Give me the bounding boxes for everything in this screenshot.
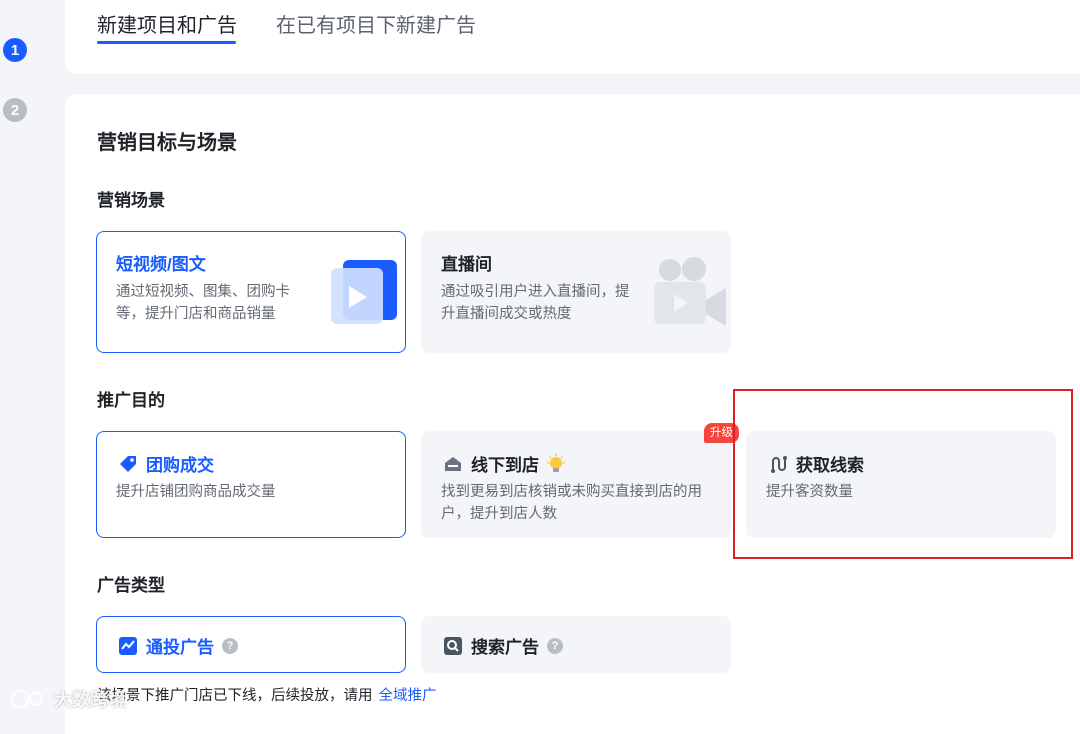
scene-option-live-room[interactable]: 直播间 通过吸引用户进入直播间，提 升直播间成交或热度: [421, 231, 731, 353]
step-2-indicator[interactable]: 2: [3, 98, 27, 122]
adtype-label: 广告类型: [97, 576, 165, 595]
adtype-option-general[interactable]: 通投广告 ?: [96, 616, 406, 673]
camera-icon: [654, 257, 726, 326]
goal-option-title: 线下到店: [471, 456, 539, 475]
step-1-indicator[interactable]: 1: [3, 38, 27, 62]
full-domain-promotion-link[interactable]: 全域推广: [379, 686, 437, 706]
scene-option-title: 直播间: [441, 255, 492, 274]
lightbulb-icon: [545, 453, 567, 475]
goal-option-desc: 找到更易到店核销或未购买直接到店的用 户，提升到店人数: [441, 484, 702, 522]
active-tab-underline: [97, 41, 236, 44]
highlight-annotation-box: [733, 389, 1073, 559]
scene-option-short-video[interactable]: 短视频/图文 通过短视频、图集、团购卡 等，提升门店和商品销量: [96, 231, 406, 353]
help-icon[interactable]: ?: [222, 637, 238, 654]
goal-option-desc: 提升店铺团购商品成交量: [116, 484, 276, 500]
tab-new-project-and-ad[interactable]: 新建项目和广告: [97, 12, 237, 40]
video-card-icon: [331, 260, 397, 324]
offline-notice: 该场景下推广门店已下线，后续投放，请用 全域推广: [97, 686, 437, 706]
search-icon: [443, 636, 463, 656]
adtype-option-title: 通投广告: [146, 638, 214, 657]
scene-option-title: 短视频/图文: [116, 255, 206, 274]
adtype-option-search[interactable]: 搜索广告 ?: [421, 616, 731, 673]
store-icon: [443, 454, 463, 474]
tab-new-ad-under-existing-project[interactable]: 在已有项目下新建广告: [276, 12, 476, 40]
goal-option-group-buy[interactable]: 团购成交 提升店铺团购商品成交量: [96, 431, 406, 538]
adtype-option-title: 搜索广告: [471, 638, 539, 657]
goal-option-offline-store[interactable]: 线下到店 找到更易到店核销或未购买直接到店的用 户，提升到店人数: [421, 431, 731, 538]
scene-option-desc: 通过短视频、图集、团购卡 等，提升门店和商品销量: [116, 284, 290, 322]
goal-label: 推广目的: [97, 391, 165, 410]
notice-text: 该场景下推广门店已下线，后续投放，请用: [97, 688, 373, 704]
goal-option-title: 团购成交: [146, 456, 214, 475]
watermark: 大数跨境: [10, 686, 126, 712]
tag-icon: [118, 454, 138, 474]
watermark-logo-icon: [11, 690, 43, 708]
scene-option-desc: 通过吸引用户进入直播间，提 升直播间成交或热度: [441, 284, 630, 322]
scene-label: 营销场景: [97, 191, 165, 210]
chart-icon: [118, 636, 138, 656]
help-icon[interactable]: ?: [547, 637, 563, 654]
section-title: 营销目标与场景: [97, 132, 237, 154]
